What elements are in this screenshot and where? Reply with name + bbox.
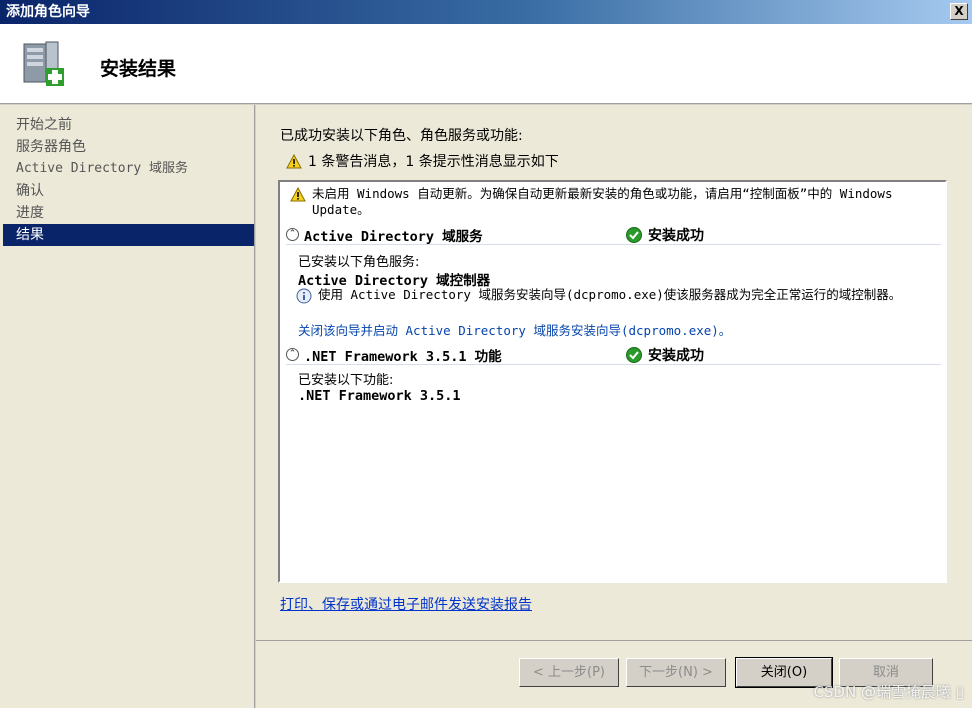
success-check-icon bbox=[626, 226, 642, 243]
installed-label: 已安装以下功能: bbox=[298, 373, 394, 388]
installed-item: Active Directory 域控制器 bbox=[298, 273, 491, 289]
sidebar-item-progress[interactable]: 进度 bbox=[0, 202, 254, 224]
summary-line: 1 条警告消息，1 条提示性消息显示如下 bbox=[286, 151, 559, 171]
warning-icon bbox=[290, 187, 306, 202]
section-header-net-framework: ⌃ .NET Framework 3.5.1 功能 安装成功 bbox=[286, 345, 941, 365]
success-check-icon bbox=[626, 346, 642, 363]
server-add-icon bbox=[23, 41, 64, 86]
section-title: .NET Framework 3.5.1 功能 bbox=[304, 348, 502, 365]
collapse-icon[interactable]: ⌃ bbox=[286, 348, 299, 361]
results-list[interactable]: 未启用 Windows 自动更新。为确保自动更新最新安装的角色或功能，请启用“控… bbox=[278, 180, 947, 583]
warning-icon bbox=[286, 153, 302, 168]
main-panel: 已成功安装以下角色、角色服务或功能: 1 条警告消息，1 条提示性消息显示如下 … bbox=[256, 105, 972, 640]
window-titlebar: 添加角色向导 X bbox=[0, 0, 972, 24]
sidebar-item-before-you-begin[interactable]: 开始之前 bbox=[0, 114, 254, 136]
section-header-ad-ds: ⌃ Active Directory 域服务 安装成功 bbox=[286, 225, 941, 245]
sidebar-item-confirmation[interactable]: 确认 bbox=[0, 180, 254, 202]
installed-label: 已安装以下角色服务: bbox=[298, 255, 420, 270]
section-status: 安装成功 bbox=[648, 347, 704, 364]
info-message: 使用 Active Directory 域服务安装向导(dcpromo.exe)… bbox=[296, 287, 936, 304]
section-status: 安装成功 bbox=[648, 227, 704, 244]
section-title: Active Directory 域服务 bbox=[304, 228, 483, 245]
watermark: CSDN @瑞雪掩晨曦 ▯ bbox=[813, 683, 964, 701]
summary-text: 1 条警告消息，1 条提示性消息显示如下 bbox=[308, 154, 559, 170]
back-button[interactable]: < 上一步(P) bbox=[519, 658, 619, 687]
close-icon[interactable]: X bbox=[950, 3, 968, 20]
installed-item: .NET Framework 3.5.1 bbox=[298, 388, 461, 404]
next-button[interactable]: 下一步(N) > bbox=[626, 658, 726, 687]
sidebar-item-results[interactable]: 结果 bbox=[3, 224, 254, 246]
intro-text: 已成功安装以下角色、角色服务或功能: bbox=[280, 128, 523, 144]
warning-note-text: 未启用 Windows 自动更新。为确保自动更新最新安装的角色或功能，请启用“控… bbox=[312, 186, 893, 217]
info-text: 使用 Active Directory 域服务安装向导(dcpromo.exe)… bbox=[318, 287, 902, 302]
collapse-icon[interactable]: ⌃ bbox=[286, 228, 299, 241]
wizard-steps-sidebar: 开始之前 服务器角色 Active Directory 域服务 确认 进度 结果 bbox=[0, 105, 255, 708]
wizard-header: 安装结果 bbox=[0, 24, 972, 104]
report-link[interactable]: 打印、保存或通过电子邮件发送安装报告 bbox=[280, 594, 532, 614]
warning-note: 未启用 Windows 自动更新。为确保自动更新最新安装的角色或功能，请启用“控… bbox=[290, 186, 940, 218]
launch-dcpromo-link[interactable]: 关闭该向导并启动 Active Directory 域服务安装向导(dcprom… bbox=[298, 320, 731, 339]
sidebar-item-ad-ds[interactable]: Active Directory 域服务 bbox=[0, 158, 254, 180]
window-title: 添加角色向导 bbox=[6, 4, 90, 20]
page-title: 安装结果 bbox=[100, 58, 177, 80]
sidebar-item-server-roles[interactable]: 服务器角色 bbox=[0, 136, 254, 158]
info-icon bbox=[296, 288, 312, 304]
